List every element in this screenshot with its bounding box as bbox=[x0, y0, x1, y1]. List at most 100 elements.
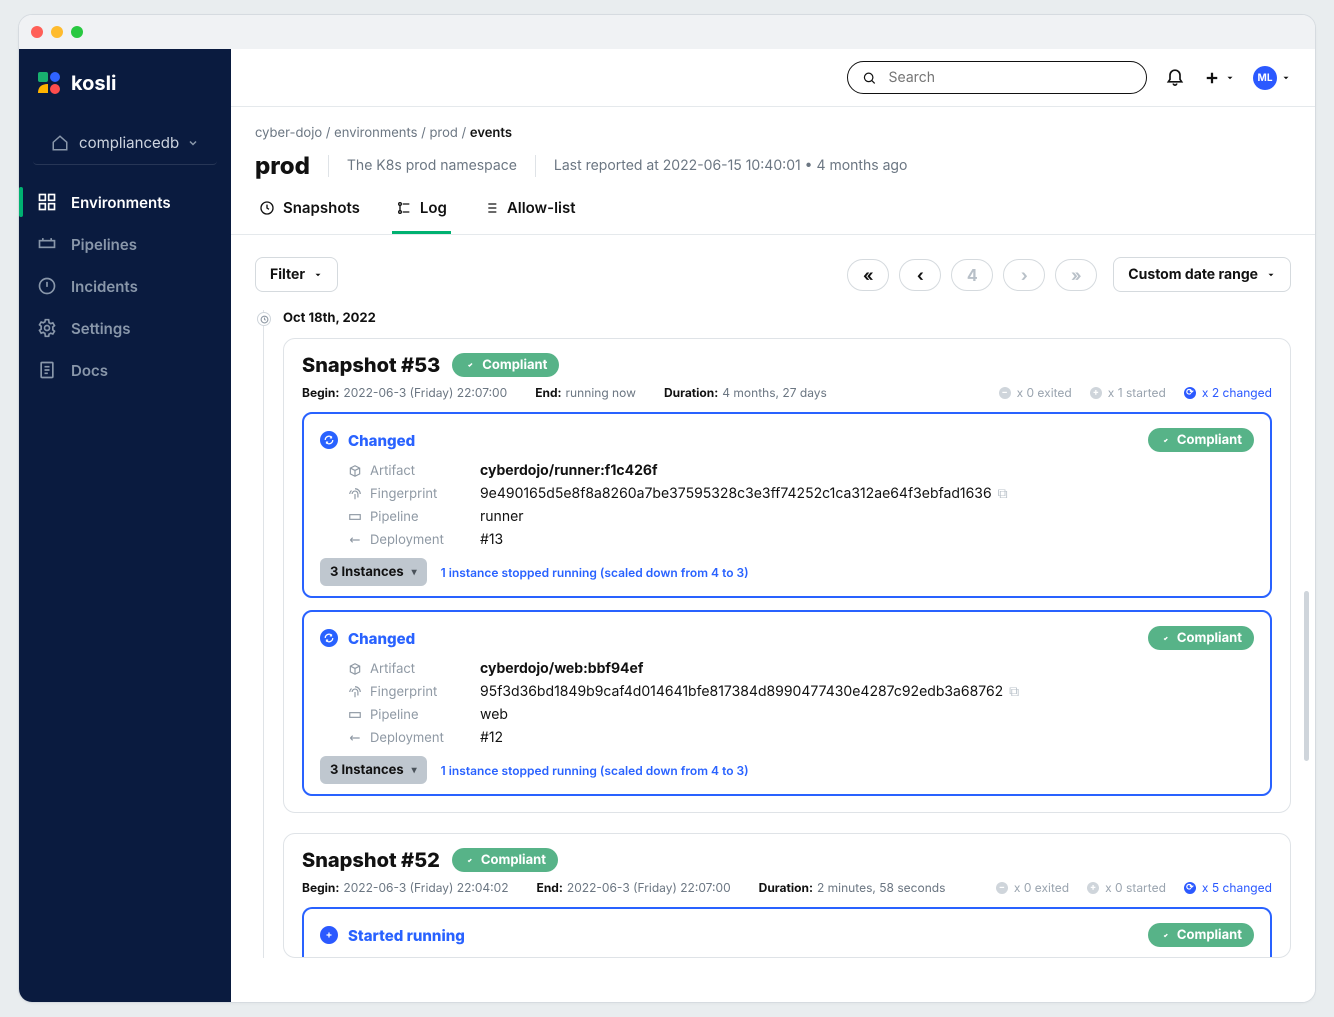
compliant-pill: Compliant bbox=[452, 848, 558, 872]
summary-changed: ⟳x 2 changed bbox=[1184, 385, 1272, 400]
scale-note: 1 instance stopped running (scaled down … bbox=[441, 763, 749, 778]
page-prev[interactable]: ‹ bbox=[899, 259, 941, 291]
date-range-button[interactable]: Custom date range bbox=[1113, 257, 1291, 292]
crumb-root[interactable]: cyber-dojo bbox=[255, 125, 322, 141]
user-avatar: ML bbox=[1253, 66, 1277, 90]
env-tabs: Snapshots Log Allow-list bbox=[255, 198, 1291, 234]
notifications-button[interactable] bbox=[1165, 66, 1185, 90]
tab-log[interactable]: Log bbox=[392, 198, 451, 234]
nav-environments[interactable]: Environments bbox=[19, 181, 231, 223]
content-area: Filter « ‹ 4 › » C bbox=[231, 235, 1315, 1002]
summary-started: +x 0 started bbox=[1087, 880, 1166, 895]
breadcrumbs: cyber-dojo / environments / prod / event… bbox=[255, 125, 1291, 141]
user-menu[interactable]: ML bbox=[1253, 66, 1291, 90]
cube-icon bbox=[348, 464, 362, 478]
cube-icon bbox=[348, 662, 362, 676]
pipeline-value[interactable]: web bbox=[480, 706, 1254, 723]
brand-name: kosli bbox=[71, 71, 116, 95]
compliant-pill: Compliant bbox=[1148, 626, 1254, 650]
check-circle-icon bbox=[464, 855, 475, 866]
pipeline-icon bbox=[348, 708, 362, 722]
change-icon bbox=[320, 629, 338, 647]
nav-pipelines[interactable]: Pipelines bbox=[19, 223, 231, 265]
snapshot-title: Snapshot #53 bbox=[302, 353, 440, 377]
grid-icon bbox=[37, 192, 57, 212]
pagination: « ‹ 4 › » bbox=[847, 259, 1097, 291]
crumb-current: events bbox=[470, 125, 512, 141]
clock-icon bbox=[259, 200, 275, 216]
timeline: Oct 18th, 2022 Snapshot #53 Compliant bbox=[255, 310, 1291, 958]
instances-chip[interactable]: 3 Instances▾ bbox=[320, 558, 427, 586]
search-input[interactable] bbox=[887, 68, 1132, 87]
page-first[interactable]: « bbox=[847, 259, 889, 291]
timeline-date: Oct 18th, 2022 bbox=[283, 310, 376, 326]
fingerprint-value[interactable]: 95f3d36bd1849b9caf4d014641bfe817384d8990… bbox=[480, 683, 1254, 700]
nav-settings-label: Settings bbox=[71, 319, 130, 338]
snapshot-card-52: Snapshot #52 Compliant Begin:2022-06-3 (… bbox=[283, 833, 1291, 958]
event-started-running: Started running Compliant bbox=[302, 907, 1272, 957]
nav-incidents[interactable]: Incidents bbox=[19, 265, 231, 307]
kosli-logo-icon bbox=[37, 71, 61, 95]
search-input-wrapper[interactable] bbox=[847, 61, 1147, 94]
nav-pipelines-label: Pipelines bbox=[71, 235, 137, 254]
artifact-value[interactable]: cyberdojo/runner:f1c426f bbox=[480, 462, 1254, 479]
nav-docs[interactable]: Docs bbox=[19, 349, 231, 391]
fingerprint-icon bbox=[348, 685, 362, 699]
instances-chip[interactable]: 3 Instances▾ bbox=[320, 756, 427, 784]
summary-exited: –x 0 exited bbox=[996, 880, 1069, 895]
summary-started: +x 1 started bbox=[1090, 385, 1166, 400]
window-titlebar bbox=[19, 15, 1315, 49]
page-last[interactable]: » bbox=[1055, 259, 1097, 291]
deployment-value[interactable]: #12 bbox=[480, 729, 1254, 746]
page-next[interactable]: › bbox=[1003, 259, 1045, 291]
event-changed-2: Changed Compliant Artifact cyberdojo/web… bbox=[302, 610, 1272, 796]
deployment-icon bbox=[348, 533, 362, 547]
fingerprint-value[interactable]: 9e490165d5e8f8a8260a7be37595328c3e3ff742… bbox=[480, 485, 1254, 502]
log-icon bbox=[396, 200, 412, 216]
bell-icon bbox=[1165, 66, 1185, 86]
tab-snapshots[interactable]: Snapshots bbox=[255, 198, 364, 234]
window-minimize[interactable] bbox=[51, 26, 63, 38]
pipeline-icon bbox=[37, 234, 57, 254]
snapshot-card-53: Snapshot #53 Compliant Begin:2022-06-3 (… bbox=[283, 338, 1291, 813]
nav-settings[interactable]: Settings bbox=[19, 307, 231, 349]
check-circle-icon bbox=[1160, 930, 1171, 941]
window-maximize[interactable] bbox=[71, 26, 83, 38]
page-number: 4 bbox=[951, 259, 993, 291]
window-close[interactable] bbox=[31, 26, 43, 38]
env-description: The K8s prod namespace bbox=[347, 157, 517, 174]
plus-circle-icon bbox=[320, 926, 338, 944]
page-header: cyber-dojo / environments / prod / event… bbox=[231, 107, 1315, 235]
copy-icon[interactable]: ⧉ bbox=[1009, 683, 1019, 700]
crumb-name[interactable]: prod bbox=[429, 125, 457, 141]
tab-allowlist[interactable]: Allow-list bbox=[479, 198, 580, 234]
add-button[interactable] bbox=[1203, 69, 1235, 87]
compliant-pill: Compliant bbox=[452, 353, 559, 377]
chevron-down-icon bbox=[1281, 73, 1291, 83]
chevron-down-icon bbox=[187, 137, 199, 149]
nav-environments-label: Environments bbox=[71, 193, 171, 212]
scale-note: 1 instance stopped running (scaled down … bbox=[441, 565, 749, 580]
snapshot-title: Snapshot #52 bbox=[302, 848, 440, 872]
deployment-value[interactable]: #13 bbox=[480, 531, 1254, 548]
docs-icon bbox=[37, 360, 57, 380]
nav-docs-label: Docs bbox=[71, 361, 108, 380]
copy-icon[interactable]: ⧉ bbox=[998, 485, 1008, 502]
scrollbar-indicator[interactable] bbox=[1304, 591, 1309, 761]
brand-logo: kosli bbox=[19, 49, 231, 121]
summary-changed: ⟳x 5 changed bbox=[1184, 880, 1272, 895]
event-title: Changed bbox=[348, 629, 415, 648]
pipeline-value[interactable]: runner bbox=[480, 508, 1254, 525]
event-title: Changed bbox=[348, 431, 415, 450]
event-changed-1: Changed Compliant Artifact cyberdojo/run… bbox=[302, 412, 1272, 598]
nav-incidents-label: Incidents bbox=[71, 277, 138, 296]
main-panel: ML cyber-dojo / environments / prod / ev… bbox=[231, 49, 1315, 1002]
filter-button[interactable]: Filter bbox=[255, 257, 338, 292]
org-selector[interactable]: compliancedb bbox=[33, 121, 217, 165]
chevron-down-icon bbox=[1225, 73, 1235, 83]
change-icon bbox=[320, 431, 338, 449]
crumb-env[interactable]: environments bbox=[334, 125, 417, 141]
pipeline-icon bbox=[348, 510, 362, 524]
artifact-value[interactable]: cyberdojo/web:bbf94ef bbox=[480, 660, 1254, 677]
compliant-pill: Compliant bbox=[1148, 923, 1254, 947]
